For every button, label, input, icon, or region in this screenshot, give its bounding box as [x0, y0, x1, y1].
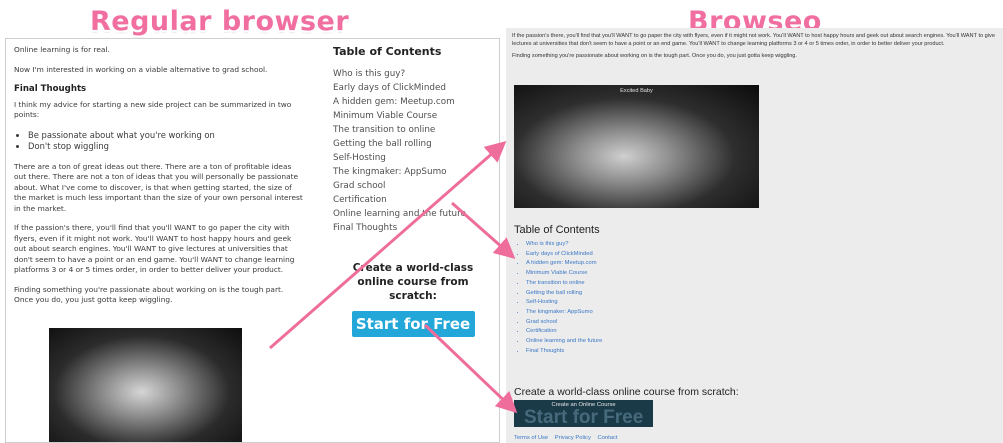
list-item: Be passionate about what you're working …	[28, 130, 304, 141]
advice-list: Be passionate about what you're working …	[28, 130, 304, 152]
toc-link[interactable]: The kingmaker: AppSumo	[333, 165, 493, 179]
heading-regular-browser: Regular browser	[90, 6, 350, 37]
toc-link[interactable]: Getting the ball rolling	[526, 289, 814, 299]
table-of-contents: Table of Contents Who is this guy? Early…	[333, 45, 493, 235]
paragraph-grad-school: Now I'm interested in working on a viabl…	[14, 64, 268, 74]
toc-link[interactable]: Who is this guy?	[526, 240, 814, 250]
toc-link[interactable]: The kingmaker: AppSumo	[526, 308, 814, 318]
cta-text: Create a world-class online course from …	[352, 262, 474, 302]
toc-link[interactable]: Early days of ClickMinded	[526, 250, 814, 260]
browseo-article-text: If the passion's there, you'll find that…	[512, 32, 1000, 65]
toc-link[interactable]: Grad school	[526, 318, 814, 328]
final-thoughts-heading: Final Thoughts	[14, 84, 87, 94]
toc-list: Who is this guy? Early days of ClickMind…	[526, 240, 814, 356]
button-alt-text: Create an Online Course	[551, 402, 616, 408]
toc-link[interactable]: Online learning and the future	[526, 337, 814, 347]
toc-title: Table of Contents	[333, 45, 442, 58]
paragraph-passion: If the passion's there, you'll find that…	[512, 33, 995, 48]
toc-link[interactable]: Final Thoughts	[333, 221, 493, 235]
cta-box: Create a world-class online course from …	[338, 261, 488, 337]
image-caption: Excited Baby	[620, 88, 653, 94]
toc-link[interactable]: The transition to online	[526, 279, 814, 289]
footer-link-terms[interactable]: Terms of Use	[514, 435, 548, 441]
browseo-panel: If the passion's there, you'll find that…	[506, 28, 1003, 443]
baby-photo: Excited Baby	[514, 85, 759, 208]
toc-title: Table of Contents	[514, 224, 600, 236]
toc-link[interactable]: Final Thoughts	[526, 347, 814, 357]
footer-link-contact[interactable]: Contact	[597, 435, 617, 441]
toc-link[interactable]: Self-Hosting	[333, 151, 493, 165]
toc-link[interactable]: Early days of ClickMinded	[333, 81, 493, 95]
baby-photo	[49, 328, 242, 442]
toc-link[interactable]: Who is this guy?	[333, 67, 493, 81]
toc-link[interactable]: The transition to online	[333, 123, 493, 137]
paragraph-advice: I think my advice for starting a new sid…	[14, 99, 292, 120]
create-course-button[interactable]: Start for Free Create an Online Course	[514, 400, 653, 427]
regular-browser-panel: Online learning is for real. Now I'm int…	[5, 38, 500, 443]
article-body: Online learning is for real. Now I'm int…	[14, 45, 304, 315]
paragraph-online-learning: Online learning is for real.	[14, 45, 110, 54]
toc-link[interactable]: Grad school	[333, 179, 493, 193]
toc-link[interactable]: Certification	[526, 327, 814, 337]
paragraph-finding: Finding something you're passionate abou…	[512, 53, 797, 60]
toc-link[interactable]: Online learning and the future	[333, 207, 493, 221]
toc-link[interactable]: Certification	[333, 193, 493, 207]
paragraph-passion: If the passion's there, you'll find that…	[14, 223, 295, 274]
start-for-free-button[interactable]: Start for Free	[351, 311, 475, 337]
toc-link[interactable]: A hidden gem: Meetup.com	[526, 259, 814, 269]
toc-link[interactable]: Minimum Viable Course	[333, 109, 493, 123]
paragraph-finding: Finding something you're passionate abou…	[14, 284, 284, 305]
footer-links: Terms of Use Privacy Policy Contact	[514, 435, 622, 441]
toc-link[interactable]: Getting the ball rolling	[333, 137, 493, 151]
footer-link-privacy[interactable]: Privacy Policy	[555, 435, 591, 441]
comparison-figure: Regular browser Browseo Online learning …	[0, 0, 1003, 443]
list-item: Don't stop wiggling	[28, 141, 304, 152]
toc-link[interactable]: Self-Hosting	[526, 298, 814, 308]
paragraph-ideas: There are a ton of great ideas out there…	[14, 161, 303, 213]
toc-link[interactable]: Minimum Viable Course	[526, 269, 814, 279]
table-of-contents: Table of Contents Who is this guy? Early…	[514, 224, 814, 356]
button-ghost-label: Start for Free	[524, 407, 644, 427]
cta-text: Create a world-class online course from …	[514, 386, 739, 398]
toc-link[interactable]: A hidden gem: Meetup.com	[333, 95, 493, 109]
